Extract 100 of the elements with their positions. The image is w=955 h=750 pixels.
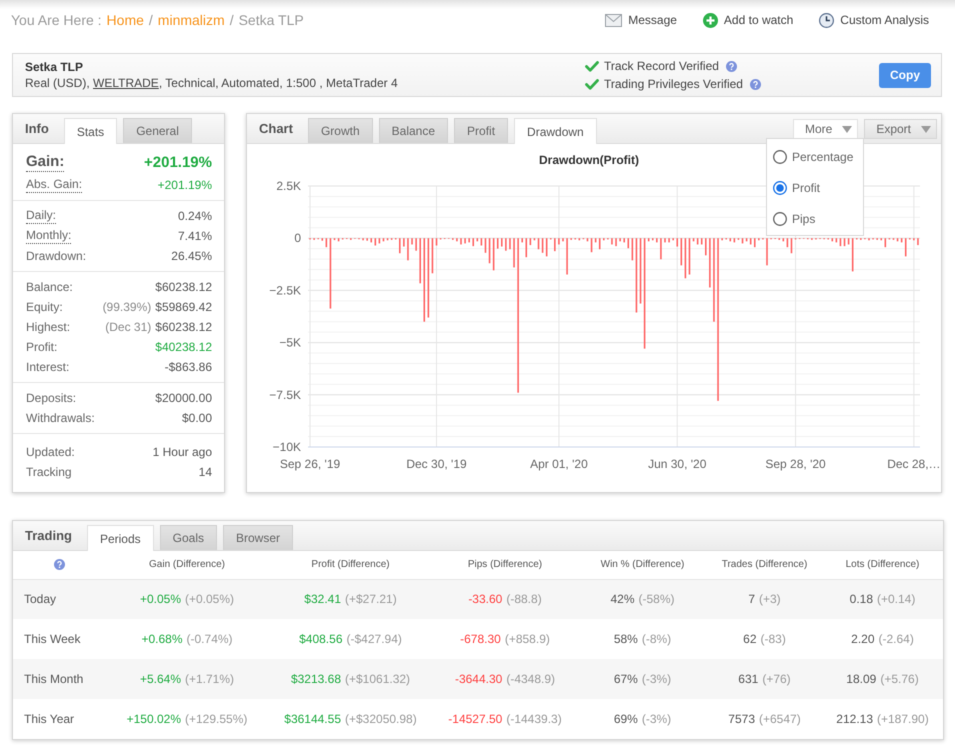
stat-label: Profit: (26, 340, 58, 354)
stat-value: $40238.12 (155, 340, 212, 354)
difference-value: (-$427.94) (346, 632, 402, 646)
stat-value: $0.00 (182, 411, 212, 425)
radio-icon[interactable] (773, 212, 787, 226)
breadcrumb-label: You Are Here : (11, 12, 102, 28)
stat-value: 26.45% (171, 249, 212, 263)
difference-value: (+$1061.32) (345, 672, 410, 686)
stat-value: $60238.12 (155, 280, 212, 294)
radio-option[interactable]: Profit (767, 172, 863, 203)
radio-option[interactable]: Percentage (767, 141, 863, 172)
difference-value: (-2.64) (878, 632, 914, 646)
account-details: Real (USD), WELTRADE, Technical, Automated, 1:500 , MetaTrader 4 (25, 76, 399, 90)
tab[interactable]: Growth (308, 118, 373, 143)
stat-label: Monthly: (26, 228, 72, 244)
difference-value: (-58%) (638, 592, 675, 606)
cell-value: -33.60 (468, 592, 502, 606)
cell-value: +0.68% (141, 632, 183, 646)
menu-button[interactable]: More (792, 119, 858, 139)
difference-value: (-3%) (642, 672, 672, 686)
stat-label: Abs. Gain: (26, 177, 82, 193)
tab[interactable]: Periods (86, 525, 154, 551)
caret-icon (921, 126, 931, 132)
difference-value: (-0.74%) (186, 632, 233, 646)
difference-value: (+0.05%) (185, 592, 234, 606)
difference-value: (-88.8) (506, 592, 542, 606)
x-axis-label: Sep 26, '19 (280, 457, 340, 471)
cell-value: 62 (743, 632, 756, 646)
cell-value: 67% (614, 672, 638, 686)
tab[interactable]: Browser (223, 525, 294, 550)
clock-icon (819, 12, 834, 28)
difference-value: (+76) (762, 672, 791, 686)
x-axis-label: Sep 28, '20 (765, 457, 826, 471)
cell-value: +5.64% (140, 672, 181, 686)
panel-title: Info (25, 121, 49, 136)
stat-value: 14 (198, 465, 212, 479)
menu-button[interactable]: Export (864, 119, 937, 139)
period-label: This Year (13, 699, 105, 739)
x-axis-label: Apr 01, '20 (530, 457, 588, 471)
difference-value: (-4348.9) (506, 672, 556, 686)
breadcrumb-separator: / (230, 12, 234, 28)
difference-value: (+129.55%) (185, 712, 248, 726)
difference-value: (+$32050.98) (345, 712, 417, 726)
stat-label: Withdrawals: (26, 410, 95, 426)
cell-value: $32.41 (304, 592, 341, 606)
column-header: Gain (Difference) (105, 551, 269, 579)
cell-value: 58% (614, 632, 638, 646)
stat-value: $20000.00 (155, 391, 212, 405)
radio-icon[interactable] (773, 150, 787, 164)
stat-value: -$863.86 (164, 360, 212, 374)
difference-value: (+1.71%) (185, 672, 234, 686)
column-header: Profit (Difference) (269, 551, 432, 579)
help-icon[interactable] (750, 78, 761, 90)
action-button[interactable]: Add to watch (702, 12, 794, 28)
tab[interactable]: Profit (454, 118, 508, 143)
tab[interactable]: Goals (160, 525, 217, 550)
stat-label: Daily: (26, 208, 56, 224)
broker-link[interactable]: WELTRADE (93, 76, 159, 90)
difference-value: (-3%) (642, 712, 672, 726)
difference-value: (-14439.3) (506, 712, 562, 726)
y-axis-label: 2.5K (276, 179, 301, 193)
radio-icon[interactable] (773, 180, 787, 194)
action-button[interactable]: Message (605, 12, 677, 28)
cell-value: -14527.50 (448, 712, 502, 726)
stat-note: (99.39%) (102, 300, 152, 314)
help-icon[interactable] (726, 60, 737, 72)
account-name: Setka TLP (25, 60, 84, 74)
verification-label: Track Record Verified (604, 59, 719, 73)
tab[interactable]: Stats (64, 118, 118, 144)
difference-value: (+5.76) (880, 672, 919, 686)
plus-circle-icon (702, 12, 718, 28)
stat-label: Balance: (26, 280, 73, 294)
stat-label: Gain: (26, 152, 64, 172)
cell-value: +0.05% (140, 592, 181, 606)
panel-title: Chart (259, 121, 293, 136)
tab[interactable]: General (123, 118, 192, 143)
help-icon[interactable] (54, 559, 64, 570)
y-axis-label: 0 (294, 231, 301, 246)
stat-value: 0.24% (178, 209, 212, 223)
stat-value: $60238.12 (155, 320, 212, 334)
copy-button[interactable]: Copy (879, 62, 931, 88)
radio-option[interactable]: Pips (767, 203, 863, 234)
y-axis-label: −10K (272, 440, 301, 454)
difference-value: (+3) (759, 592, 781, 606)
column-header: Lots (Difference) (822, 551, 943, 579)
period-label: This Week (13, 619, 105, 659)
cell-value: 69% (614, 712, 638, 726)
difference-value: (-8%) (642, 632, 672, 646)
stat-label: Highest: (26, 320, 70, 334)
action-button[interactable]: Custom Analysis (819, 12, 929, 28)
verification-label: Trading Privileges Verified (604, 77, 743, 91)
tab[interactable]: Drawdown (514, 118, 597, 144)
tab[interactable]: Balance (378, 118, 448, 143)
chart-title: Drawdown(Profit) (539, 153, 639, 167)
stat-label: Drawdown: (26, 248, 86, 264)
column-header: Win % (Difference) (578, 551, 707, 579)
column-header: Pips (Difference) (432, 551, 578, 579)
x-axis-label: Dec 30, '19 (406, 457, 467, 471)
breadcrumb-separator: / (148, 12, 153, 28)
x-axis-label: Jun 30, '20 (648, 457, 706, 471)
